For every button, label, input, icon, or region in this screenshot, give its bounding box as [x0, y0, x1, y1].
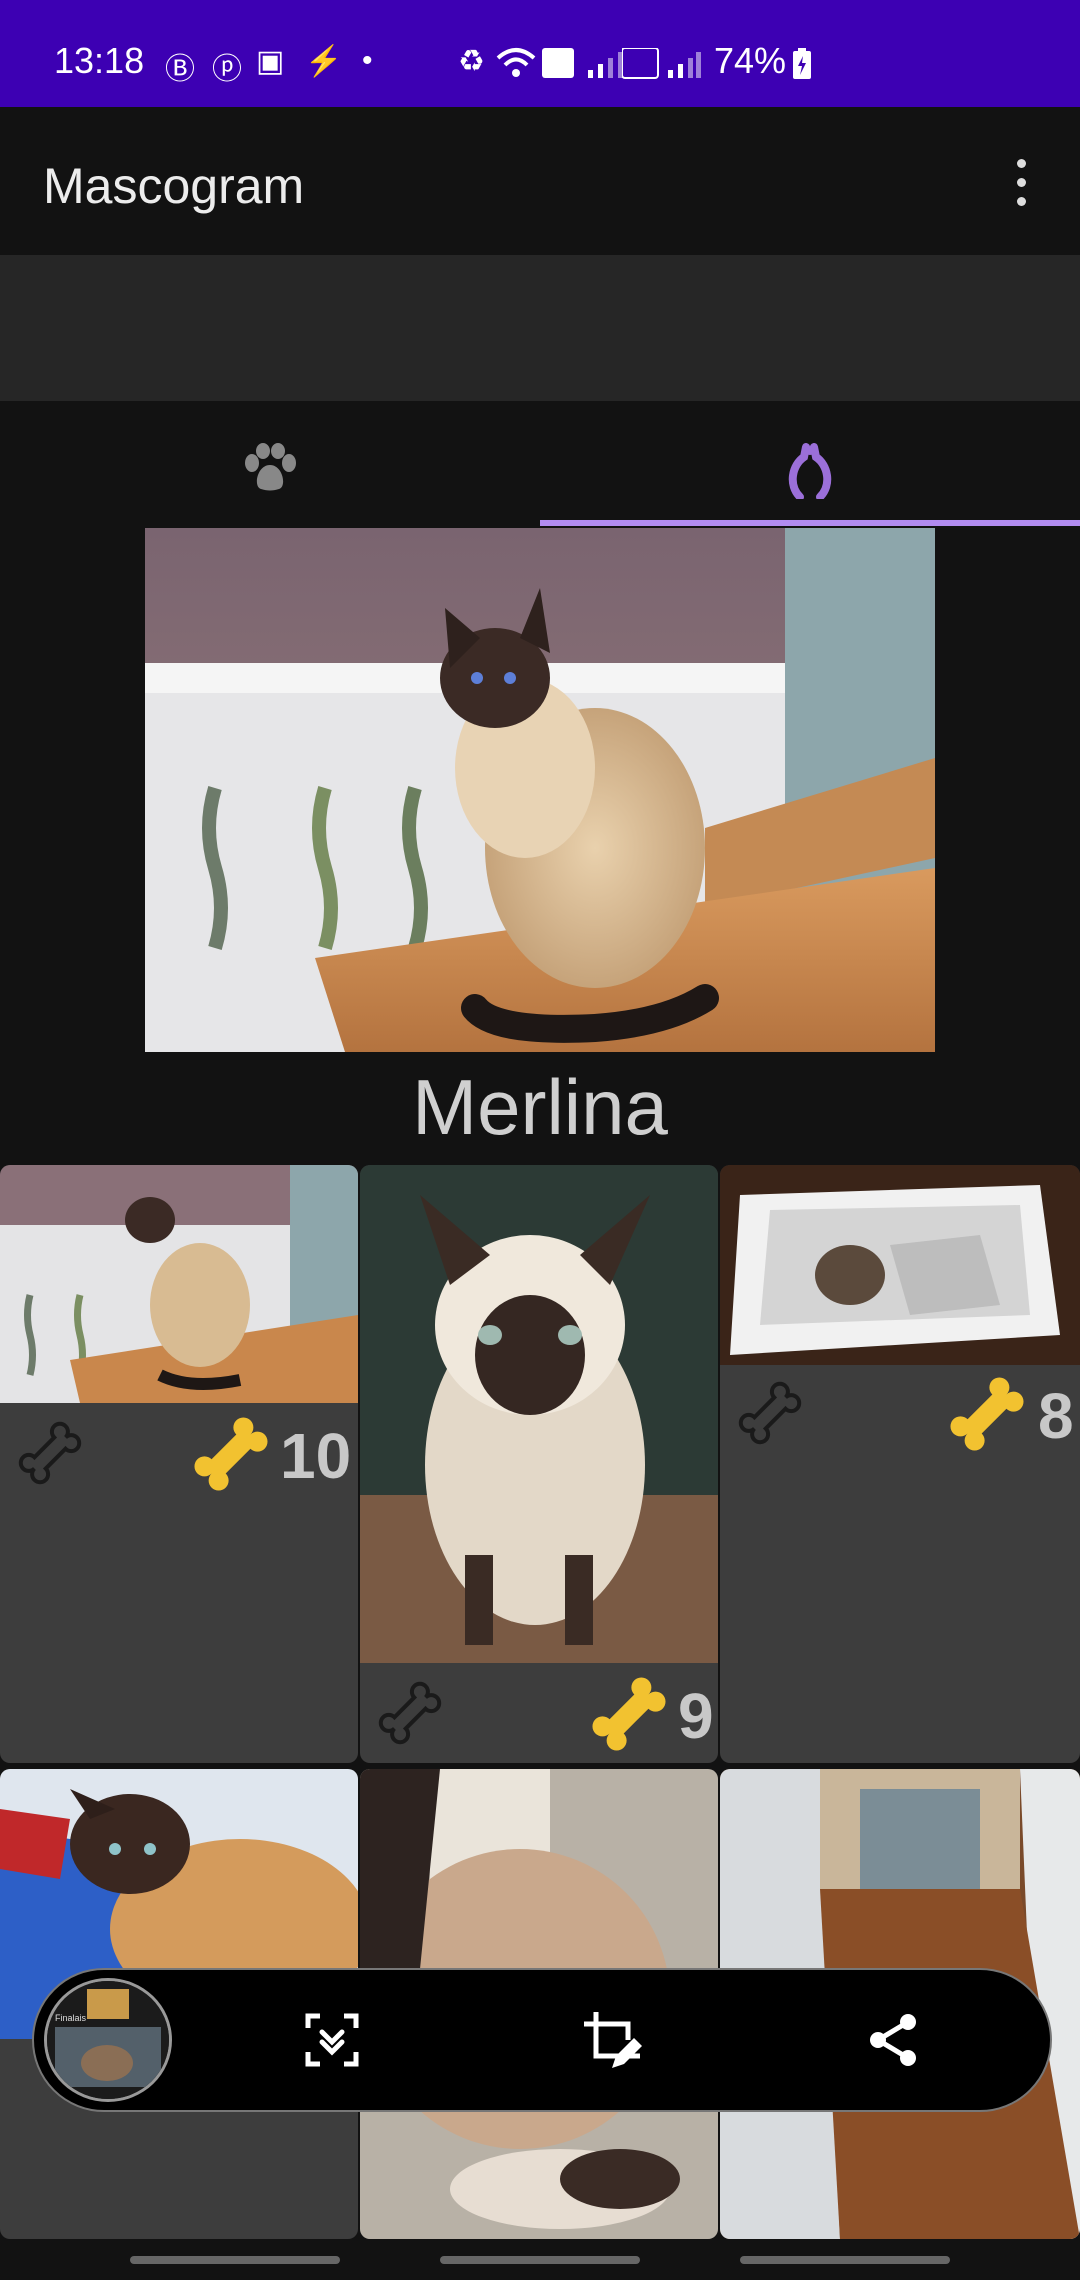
thumbnail-image: [47, 1981, 169, 2099]
signal-sim2-icon: [622, 48, 701, 79]
nav-pill: [130, 2256, 340, 2264]
battery-saver-icon: ♻: [458, 45, 485, 78]
more-notifications-icon: •: [362, 44, 373, 77]
pet-photo: [360, 1165, 718, 1663]
grooming-icon: [788, 443, 832, 499]
likes-count: 10: [280, 1420, 352, 1492]
pet-name: Merlina: [412, 1063, 668, 1151]
likes-count: 9: [678, 1680, 714, 1752]
bone-outline-icon[interactable]: [734, 1377, 806, 1449]
voicemail-icon: ▣: [256, 45, 285, 78]
scroll-capture-icon[interactable]: [304, 2012, 360, 2068]
screenshot-thumbnail[interactable]: Finalais: [44, 1978, 172, 2102]
bone-filled-icon: [950, 1377, 1024, 1451]
likes-count: 8: [1038, 1380, 1074, 1452]
grid-card[interactable]: 9: [360, 1165, 718, 1763]
battery-charging-icon: [793, 48, 811, 79]
crop-edit-icon[interactable]: [582, 2010, 644, 2072]
tab-grooming[interactable]: [540, 401, 1080, 520]
screenshot-toolbar: [32, 1968, 1052, 2112]
pinterest-icon: ⓟ: [212, 53, 242, 86]
pet-profile-photo[interactable]: [145, 528, 935, 1052]
app-title: Mascogram: [43, 158, 305, 214]
signal-sim1-icon: [542, 48, 623, 78]
tab-pets[interactable]: [0, 401, 540, 526]
notification-icon: Ⓑ: [165, 53, 195, 86]
grid-card[interactable]: 10: [0, 1165, 358, 1763]
selected-tab-indicator: [540, 520, 1080, 526]
bone-filled-icon: [592, 1677, 666, 1751]
app-icon: ⚡: [305, 45, 343, 78]
status-bar: 13:18 Ⓑ ⓟ ▣ ⚡ • ♻ 74%: [0, 0, 1080, 107]
nav-pill: [440, 2256, 640, 2264]
nav-pill: [740, 2256, 950, 2264]
bone-filled-icon: [194, 1417, 268, 1491]
paw-icon: [245, 443, 296, 491]
tab-bar: [0, 401, 1080, 526]
pet-photo: [0, 1165, 358, 1403]
status-time: 13:18: [54, 40, 145, 81]
wifi-icon: [496, 48, 536, 77]
share-icon[interactable]: [866, 2012, 920, 2068]
battery-percent: 74%: [714, 40, 787, 81]
app-bar: Mascogram: [0, 107, 1080, 255]
bone-outline-icon[interactable]: [14, 1417, 86, 1489]
bone-outline-icon[interactable]: [374, 1677, 446, 1749]
pet-photo: [720, 1165, 1080, 1365]
thumbnail-label: Finalais: [55, 2013, 87, 2023]
header-band: [0, 255, 1080, 401]
grid-card[interactable]: 8: [720, 1165, 1080, 1763]
more-vert-icon[interactable]: [1010, 159, 1032, 207]
